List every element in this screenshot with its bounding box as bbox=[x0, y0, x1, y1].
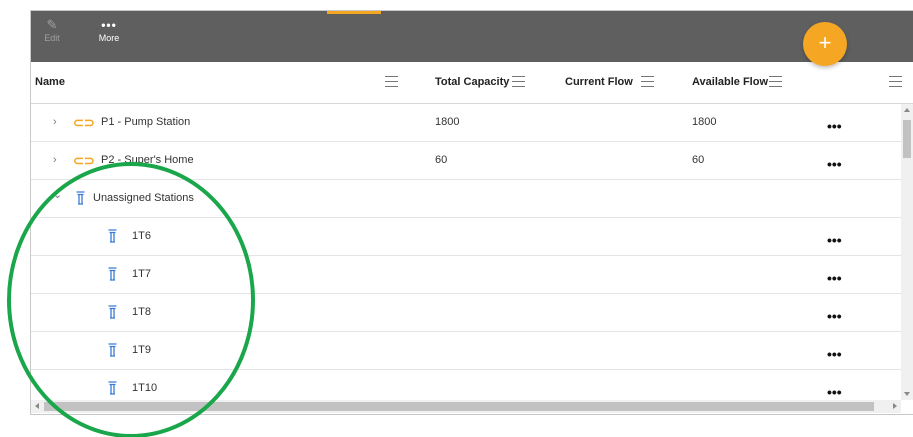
tower-icon bbox=[108, 229, 117, 243]
column-menu-icon[interactable] bbox=[769, 76, 782, 87]
tower-icon bbox=[108, 267, 117, 281]
total-capacity-cell: 1800 bbox=[435, 116, 460, 128]
table-row[interactable]: 1T8 ••• bbox=[31, 294, 901, 332]
expand-icon[interactable]: › bbox=[53, 104, 57, 141]
scroll-down-icon[interactable] bbox=[904, 392, 910, 396]
column-menu-icon[interactable] bbox=[889, 76, 902, 87]
available-flow-cell: 1800 bbox=[692, 116, 717, 128]
tower-icon bbox=[108, 305, 117, 319]
column-menu-icon[interactable] bbox=[641, 76, 654, 87]
pump-icon: ⊂⊃ bbox=[73, 153, 95, 168]
row-name: P1 - Pump Station bbox=[101, 116, 191, 128]
column-header-available-flow[interactable]: Available Flow bbox=[692, 62, 768, 103]
scroll-right-icon[interactable] bbox=[893, 403, 897, 409]
add-button[interactable]: + bbox=[803, 22, 847, 66]
more-button[interactable]: ••• More bbox=[89, 17, 129, 43]
more-label: More bbox=[98, 33, 120, 43]
collapse-icon[interactable]: ⌄ bbox=[53, 177, 62, 214]
row-actions-button[interactable]: ••• bbox=[827, 298, 842, 335]
pump-icon: ⊂⊃ bbox=[73, 115, 95, 130]
grid-body: › ⊂⊃ P1 - Pump Station 1800 1800 ••• › ⊂… bbox=[31, 104, 901, 400]
column-header-current-flow[interactable]: Current Flow bbox=[565, 62, 633, 103]
column-header-total-capacity[interactable]: Total Capacity bbox=[435, 62, 509, 103]
row-actions-button[interactable]: ••• bbox=[827, 222, 842, 259]
column-menu-icon[interactable] bbox=[385, 76, 398, 87]
tower-icon bbox=[76, 191, 85, 205]
total-capacity-cell: 60 bbox=[435, 154, 448, 166]
active-tab-indicator bbox=[327, 11, 381, 14]
table-row[interactable]: 1T10 ••• bbox=[31, 370, 901, 400]
row-actions-button[interactable]: ••• bbox=[827, 336, 842, 373]
row-name: Unassigned Stations bbox=[93, 192, 194, 204]
table-row[interactable]: › ⊂⊃ P1 - Pump Station 1800 1800 ••• bbox=[31, 104, 901, 142]
group-row[interactable]: ⌄ Unassigned Stations bbox=[31, 180, 901, 218]
scroll-left-icon[interactable] bbox=[35, 403, 39, 409]
vertical-scrollbar[interactable] bbox=[901, 104, 913, 400]
row-actions-button[interactable]: ••• bbox=[827, 260, 842, 297]
horizontal-scroll-thumb[interactable] bbox=[44, 402, 874, 411]
row-actions-button[interactable]: ••• bbox=[827, 146, 842, 183]
pencil-icon: ✎ bbox=[46, 17, 58, 32]
row-name: 1T8 bbox=[132, 306, 151, 318]
expand-icon[interactable]: › bbox=[53, 142, 57, 179]
row-name: 1T10 bbox=[132, 382, 158, 394]
column-header-name[interactable]: Name bbox=[35, 62, 65, 103]
table-row[interactable]: 1T6 ••• bbox=[31, 218, 901, 256]
row-actions-button[interactable]: ••• bbox=[827, 108, 842, 145]
horizontal-scrollbar[interactable] bbox=[31, 400, 901, 413]
edit-label: Edit bbox=[44, 33, 60, 43]
row-name: 1T9 bbox=[132, 344, 151, 356]
available-flow-cell: 60 bbox=[692, 154, 705, 166]
toolbar: ✎ Edit ••• More bbox=[31, 11, 913, 62]
edit-button[interactable]: ✎ Edit bbox=[32, 17, 72, 43]
table-row[interactable]: 1T9 ••• bbox=[31, 332, 901, 370]
row-name: P2 - Super's Home bbox=[101, 154, 194, 166]
row-name: 1T6 bbox=[132, 230, 151, 242]
app-frame: ✎ Edit ••• More + Name Total Capacity Cu… bbox=[0, 0, 913, 437]
table-row[interactable]: › ⊂⊃ P2 - Super's Home 60 60 ••• bbox=[31, 142, 901, 180]
tower-icon bbox=[108, 381, 117, 395]
table-row[interactable]: 1T7 ••• bbox=[31, 256, 901, 294]
row-actions-button[interactable]: ••• bbox=[827, 374, 842, 400]
row-name: 1T7 bbox=[132, 268, 151, 280]
grid-header: Name Total Capacity Current Flow Availab… bbox=[31, 62, 913, 104]
tower-icon bbox=[108, 343, 117, 357]
more-icon: ••• bbox=[101, 18, 117, 32]
scroll-up-icon[interactable] bbox=[904, 108, 910, 112]
grid-window: ✎ Edit ••• More + Name Total Capacity Cu… bbox=[30, 10, 913, 415]
vertical-scroll-thumb[interactable] bbox=[903, 120, 911, 158]
column-menu-icon[interactable] bbox=[512, 76, 525, 87]
